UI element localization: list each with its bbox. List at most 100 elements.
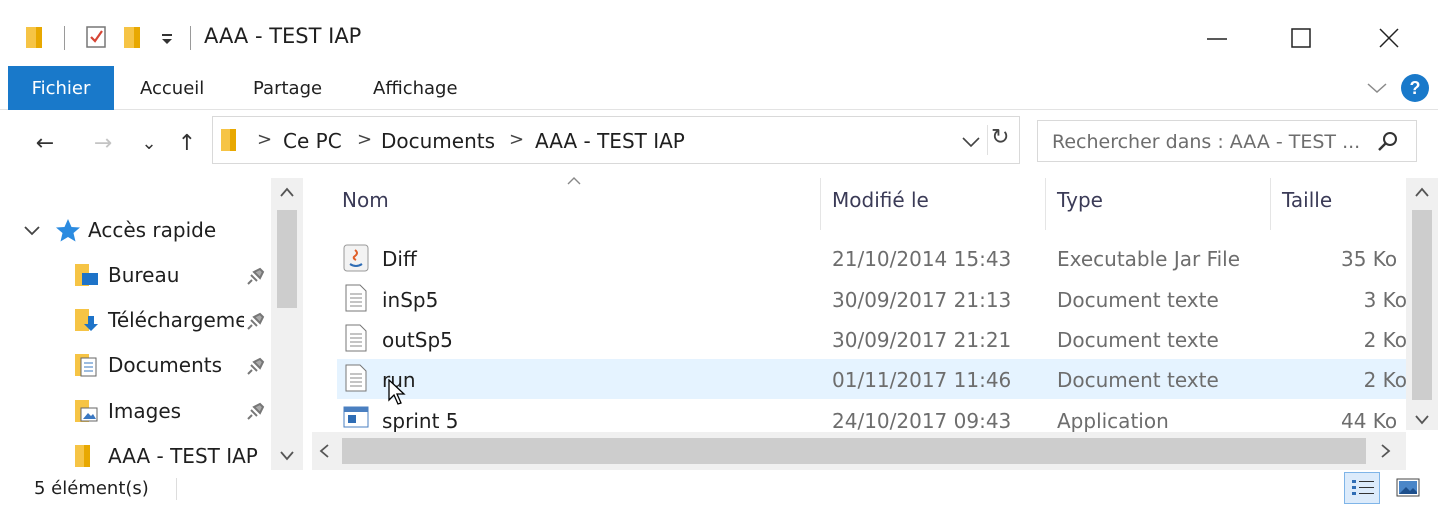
file-size: 3 Ko bbox=[1363, 288, 1407, 312]
up-button[interactable]: ↑ bbox=[170, 128, 204, 158]
maximize-button[interactable] bbox=[1256, 10, 1346, 66]
details-view-icon bbox=[1352, 480, 1374, 495]
scroll-right-icon[interactable] bbox=[1380, 443, 1392, 459]
text-document-icon bbox=[345, 364, 367, 392]
minimize-button[interactable] bbox=[1172, 10, 1262, 66]
file-size: 35 Ko bbox=[1341, 247, 1398, 271]
file-modified: 30/09/2017 21:21 bbox=[832, 328, 1012, 352]
folder-icon bbox=[26, 27, 42, 48]
table-row[interactable]: run 01/11/2017 11:46 Document texte 2 Ko bbox=[337, 359, 1407, 405]
pin-icon[interactable] bbox=[246, 356, 266, 376]
pin-icon[interactable] bbox=[246, 266, 266, 286]
close-icon bbox=[1379, 28, 1399, 48]
scroll-left-icon[interactable] bbox=[318, 443, 330, 459]
scroll-down-icon[interactable] bbox=[1414, 414, 1430, 426]
file-name: sprint 5 bbox=[382, 409, 459, 433]
recent-locations-button[interactable]: ⌄ bbox=[136, 128, 162, 158]
breadcrumb-separator[interactable]: > bbox=[257, 129, 272, 150]
file-list-horizontal-scrollbar[interactable] bbox=[312, 432, 1406, 470]
refresh-button[interactable]: ↻ bbox=[991, 125, 1009, 150]
navigation-pane-scrollbar[interactable] bbox=[271, 178, 303, 470]
file-type: Application bbox=[1057, 409, 1169, 433]
application-icon bbox=[343, 406, 369, 428]
forward-button[interactable]: → bbox=[86, 128, 120, 158]
file-modified: 30/09/2017 21:13 bbox=[832, 288, 1012, 312]
column-header-size[interactable]: Taille bbox=[1282, 188, 1332, 212]
file-name: inSp5 bbox=[382, 288, 439, 312]
search-input[interactable]: Rechercher dans : AAA - TEST ... bbox=[1052, 131, 1360, 153]
quick-access-label: Accès rapide bbox=[88, 218, 217, 242]
file-explorer-window: AAA - TEST IAP Fichier Accueil Partage A… bbox=[0, 0, 1438, 506]
folder-icon bbox=[75, 445, 90, 467]
status-bar: 5 élément(s) bbox=[0, 470, 1438, 506]
breadcrumb-separator[interactable]: > bbox=[509, 129, 524, 150]
table-row[interactable]: inSp5 30/09/2017 21:13 Document texte 3 … bbox=[337, 279, 1407, 319]
text-document-icon bbox=[345, 324, 367, 352]
tab-home[interactable]: Accueil bbox=[140, 66, 204, 110]
large-icons-view-icon bbox=[1396, 478, 1420, 497]
file-size: 2 Ko bbox=[1363, 328, 1407, 352]
sidebar-item-label: Bureau bbox=[108, 263, 180, 287]
large-icons-view-button[interactable] bbox=[1390, 472, 1426, 504]
tab-view[interactable]: Affichage bbox=[373, 66, 458, 110]
pin-icon[interactable] bbox=[246, 401, 266, 421]
sidebar-item-images[interactable]: Images bbox=[72, 391, 272, 431]
sidebar-item-label: Images bbox=[108, 399, 182, 423]
close-button[interactable] bbox=[1344, 10, 1434, 66]
chevron-down-icon[interactable] bbox=[22, 220, 42, 240]
properties-icon[interactable] bbox=[84, 24, 110, 50]
java-jar-icon bbox=[343, 244, 369, 272]
images-folder-icon bbox=[75, 400, 98, 422]
column-header-modified[interactable]: Modifié le bbox=[832, 188, 929, 212]
customize-toolbar-icon[interactable] bbox=[160, 32, 174, 46]
tab-share[interactable]: Partage bbox=[253, 66, 322, 110]
sidebar-item-label: AAA - TEST IAP bbox=[108, 444, 258, 468]
file-size: 2 Ko bbox=[1363, 368, 1407, 392]
title-bar: AAA - TEST IAP bbox=[0, 0, 1438, 66]
table-row[interactable]: outSp5 30/09/2017 21:21 Document texte 2… bbox=[337, 319, 1407, 359]
sidebar-item-downloads[interactable]: Téléchargements bbox=[72, 300, 244, 340]
scroll-up-icon[interactable] bbox=[1414, 186, 1430, 198]
scrollbar-thumb[interactable] bbox=[1412, 210, 1432, 400]
file-list-vertical-scrollbar[interactable] bbox=[1406, 178, 1438, 430]
new-folder-icon[interactable] bbox=[122, 24, 144, 50]
star-icon bbox=[56, 219, 80, 242]
breadcrumb-separator[interactable]: > bbox=[357, 129, 372, 150]
details-view-button[interactable] bbox=[1344, 472, 1380, 504]
sidebar-item-documents[interactable]: Documents bbox=[72, 345, 272, 385]
scroll-down-icon[interactable] bbox=[279, 450, 295, 462]
scrollbar-thumb[interactable] bbox=[277, 210, 297, 308]
column-header-name[interactable]: Nom bbox=[342, 188, 389, 212]
scrollbar-thumb[interactable] bbox=[342, 438, 1366, 464]
breadcrumb-current-folder[interactable]: AAA - TEST IAP bbox=[535, 129, 685, 153]
file-type: Executable Jar File bbox=[1057, 247, 1241, 271]
folder-icon bbox=[221, 129, 236, 151]
text-document-icon bbox=[345, 284, 367, 312]
item-count: 5 élément(s) bbox=[34, 478, 149, 499]
address-dropdown-icon[interactable] bbox=[961, 135, 981, 149]
maximize-icon bbox=[1291, 28, 1311, 48]
address-bar[interactable]: > Ce PC > Documents > AAA - TEST IAP ↻ bbox=[212, 116, 1020, 164]
file-list: Nom Modifié le Type Taille Diff 21/10/20… bbox=[312, 172, 1438, 470]
pin-icon[interactable] bbox=[246, 311, 266, 331]
tab-file[interactable]: Fichier bbox=[8, 66, 114, 110]
minimize-icon bbox=[1207, 38, 1227, 40]
table-row[interactable]: Diff 21/10/2014 15:43 Executable Jar Fil… bbox=[337, 238, 1407, 278]
search-icon[interactable] bbox=[1376, 130, 1400, 154]
file-modified: 01/11/2017 11:46 bbox=[832, 368, 1012, 392]
help-button[interactable]: ? bbox=[1401, 74, 1429, 102]
sidebar-item-label: Documents bbox=[108, 353, 223, 377]
back-button[interactable]: ← bbox=[28, 128, 62, 158]
breadcrumb-documents[interactable]: Documents bbox=[381, 129, 495, 153]
sidebar-item-desktop[interactable]: Bureau bbox=[72, 255, 272, 295]
file-modified: 24/10/2017 09:43 bbox=[832, 409, 1012, 433]
column-header-type[interactable]: Type bbox=[1057, 188, 1103, 212]
expand-ribbon-icon[interactable] bbox=[1366, 80, 1388, 96]
file-type: Document texte bbox=[1057, 368, 1219, 392]
file-name: outSp5 bbox=[382, 328, 453, 352]
file-type: Document texte bbox=[1057, 288, 1219, 312]
search-box[interactable]: Rechercher dans : AAA - TEST ... bbox=[1037, 120, 1417, 162]
scroll-up-icon[interactable] bbox=[279, 186, 295, 198]
quick-access-item[interactable]: Accès rapide bbox=[22, 210, 216, 250]
breadcrumb-this-pc[interactable]: Ce PC bbox=[283, 129, 342, 153]
